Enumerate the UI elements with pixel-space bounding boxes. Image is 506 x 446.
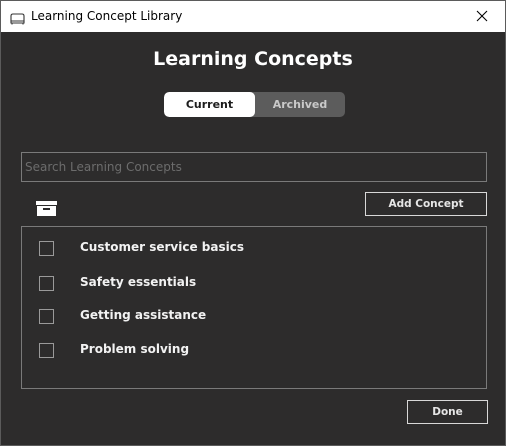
list-item: Getting assistance: [22, 300, 486, 330]
window-title: Learning Concept Library: [31, 9, 183, 23]
concept-label: Customer service basics: [80, 240, 244, 254]
concept-label: Safety essentials: [80, 275, 197, 289]
add-concept-button[interactable]: Add Concept: [365, 192, 487, 216]
concept-checkbox[interactable]: [39, 343, 54, 358]
page-title: Learning Concepts: [153, 48, 353, 70]
archive-box-icon[interactable]: [35, 200, 58, 217]
learning-concept-library-window: Learning Concept Library Learning Concep…: [0, 0, 506, 446]
search-input[interactable]: [21, 152, 487, 182]
close-icon: [476, 7, 488, 26]
concept-label: Getting assistance: [80, 308, 207, 322]
current-archived-toggle: Current Archived: [164, 92, 345, 117]
list-item: Problem solving: [22, 334, 486, 364]
done-button[interactable]: Done: [407, 400, 488, 424]
concept-list: Customer service basics Safety essential…: [21, 226, 487, 389]
concept-checkbox[interactable]: [39, 309, 54, 324]
tab-archived[interactable]: Archived: [255, 92, 345, 117]
concept-checkbox[interactable]: [39, 276, 54, 291]
concept-label: Problem solving: [80, 342, 190, 356]
list-item: Customer service basics: [22, 232, 486, 262]
list-item: Safety essentials: [22, 267, 486, 297]
title-bar: Learning Concept Library: [1, 1, 505, 32]
concept-checkbox[interactable]: [39, 241, 54, 256]
library-icon: [10, 10, 25, 25]
tab-current[interactable]: Current: [164, 92, 255, 117]
close-button[interactable]: [459, 1, 505, 32]
